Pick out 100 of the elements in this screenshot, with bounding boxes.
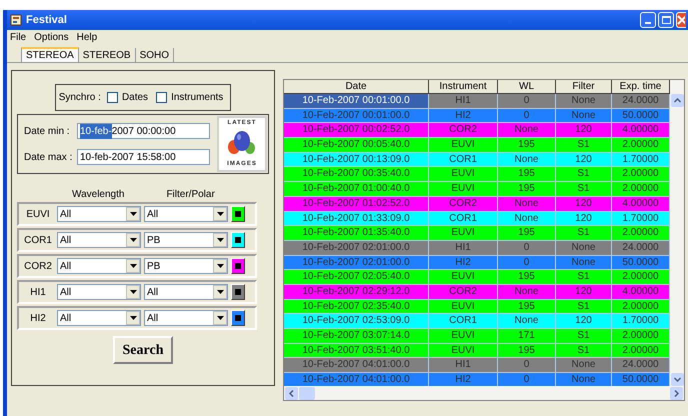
table-cell: S1 bbox=[556, 300, 612, 314]
dropdown[interactable]: All bbox=[144, 310, 228, 326]
dropdown[interactable]: All bbox=[57, 232, 141, 248]
menu-item[interactable]: Help bbox=[76, 30, 98, 44]
table-cell: 10-Feb-2007 03:51:40.0 bbox=[284, 344, 429, 358]
color-swatch[interactable] bbox=[231, 310, 245, 326]
checkbox[interactable] bbox=[106, 92, 118, 103]
input-field[interactable]: 10-feb-2007 15:58:00 bbox=[77, 149, 210, 165]
menu-item[interactable]: Options bbox=[33, 30, 70, 44]
horizontal-scrollbar[interactable] bbox=[284, 386, 684, 400]
tab[interactable]: STEREOB bbox=[78, 48, 136, 62]
dropdown[interactable]: All bbox=[144, 206, 228, 222]
table-cell: 10-Feb-2007 01:00:40.0 bbox=[284, 182, 429, 196]
synchro-label: Synchro : bbox=[58, 91, 101, 105]
table-cell: S1 bbox=[556, 167, 612, 182]
table-cell: 10-Feb-2007 03:07:14.0 bbox=[284, 329, 429, 343]
table-cell: 120 bbox=[556, 284, 612, 299]
table-cell: 195 bbox=[498, 300, 556, 314]
table-cell: 195 bbox=[498, 226, 556, 240]
close-button[interactable] bbox=[676, 12, 686, 28]
table-cell: HI2 bbox=[429, 108, 498, 122]
table-cell: None bbox=[556, 256, 612, 270]
table-cell: HI1 bbox=[429, 358, 498, 372]
caret-icon[interactable] bbox=[216, 264, 224, 268]
table-cell: None bbox=[498, 314, 556, 328]
checkbox-label: Instruments bbox=[171, 91, 224, 105]
caret-icon[interactable] bbox=[130, 212, 136, 216]
table-cell: 10-Feb-2007 00:35:40.0 bbox=[284, 167, 429, 182]
table-cell: 120 bbox=[556, 152, 612, 166]
table-cell: 195 bbox=[498, 182, 556, 196]
input-field[interactable]: 10-feb-2007 00:00:00 bbox=[77, 123, 210, 139]
table-cell: S1 bbox=[556, 226, 612, 240]
table-cell: None bbox=[556, 358, 612, 372]
column-header[interactable]: WL bbox=[498, 80, 556, 94]
menu-item[interactable]: File bbox=[9, 30, 28, 44]
color-swatch[interactable] bbox=[231, 284, 245, 300]
table-cell: HI2 bbox=[429, 256, 498, 270]
dropdown[interactable]: PB bbox=[144, 232, 228, 248]
color-swatch[interactable] bbox=[231, 258, 245, 274]
search-button[interactable]: Search bbox=[113, 336, 173, 364]
caret-icon[interactable] bbox=[216, 316, 224, 320]
table-cell: EUVI bbox=[429, 138, 498, 152]
dropdown[interactable]: All bbox=[57, 206, 141, 222]
table-cell: None bbox=[498, 212, 556, 226]
caret-icon[interactable] bbox=[130, 264, 136, 268]
table-cell: S1 bbox=[556, 182, 612, 196]
scroll-thumb[interactable] bbox=[299, 386, 315, 400]
table-cell: 10-Feb-2007 01:02:52.0 bbox=[284, 196, 429, 210]
table-cell: None bbox=[498, 196, 556, 210]
scroll-down-icon[interactable] bbox=[674, 377, 680, 382]
table-cell: 10-Feb-2007 00:01:00.0 bbox=[284, 108, 429, 122]
field-label: Date min : bbox=[24, 124, 71, 138]
table-cell: S1 bbox=[556, 329, 612, 343]
scroll-left-icon[interactable] bbox=[289, 390, 294, 396]
column-header[interactable]: Date bbox=[284, 80, 429, 94]
checkbox[interactable] bbox=[156, 92, 168, 103]
color-swatch[interactable] bbox=[231, 206, 245, 222]
checkbox-label: Dates bbox=[122, 91, 148, 105]
dropdown[interactable]: All bbox=[57, 258, 141, 274]
table-cell: None bbox=[498, 123, 556, 138]
color-swatch[interactable] bbox=[231, 232, 245, 248]
dropdown[interactable]: All bbox=[57, 284, 141, 300]
scroll-up-icon[interactable] bbox=[674, 98, 680, 103]
scroll-right-icon[interactable] bbox=[674, 390, 679, 396]
minimize-button[interactable] bbox=[640, 12, 656, 28]
caret-icon[interactable] bbox=[216, 212, 224, 216]
caret-icon[interactable] bbox=[130, 238, 136, 242]
table-cell: None bbox=[498, 284, 556, 299]
column-header[interactable]: Exp. time bbox=[612, 80, 670, 94]
table-cell: 195 bbox=[498, 344, 556, 358]
instrument-label: HI1 bbox=[29, 286, 47, 300]
table-cell: EUVI bbox=[429, 329, 498, 343]
instrument-label: COR2 bbox=[23, 260, 53, 274]
table-cell: 10-Feb-2007 02:35:40.0 bbox=[284, 300, 429, 314]
table-cell: 10-Feb-2007 02:01:00.0 bbox=[284, 256, 429, 270]
table-cell: 10-Feb-2007 01:35:40.0 bbox=[284, 226, 429, 240]
vertical-scrollbar[interactable] bbox=[670, 80, 684, 386]
caret-icon[interactable] bbox=[216, 290, 224, 294]
column-header[interactable]: Instrument bbox=[429, 80, 498, 94]
dropdown[interactable]: PB bbox=[144, 258, 228, 274]
tab[interactable]: SOHO bbox=[136, 48, 174, 62]
table-cell: 195 bbox=[498, 138, 556, 152]
table-cell: 195 bbox=[498, 270, 556, 284]
table-cell: EUVI bbox=[429, 300, 498, 314]
table-cell: HI1 bbox=[429, 240, 498, 255]
table-cell: S1 bbox=[556, 270, 612, 284]
caret-icon[interactable] bbox=[130, 316, 136, 320]
table-cell: COR2 bbox=[429, 123, 498, 138]
dropdown[interactable]: All bbox=[144, 284, 228, 300]
dropdown[interactable]: All bbox=[57, 310, 141, 326]
caret-icon[interactable] bbox=[216, 238, 224, 242]
window-title: Festival bbox=[26, 12, 67, 28]
instrument-label: HI2 bbox=[29, 312, 47, 326]
caret-icon[interactable] bbox=[130, 290, 136, 294]
maximize-button[interactable] bbox=[658, 12, 674, 28]
table-cell: HI1 bbox=[429, 94, 498, 108]
table-cell: None bbox=[556, 108, 612, 122]
table-cell: EUVI bbox=[429, 344, 498, 358]
tab[interactable]: STEREOA bbox=[21, 47, 79, 62]
column-header[interactable]: Filter bbox=[556, 80, 612, 94]
